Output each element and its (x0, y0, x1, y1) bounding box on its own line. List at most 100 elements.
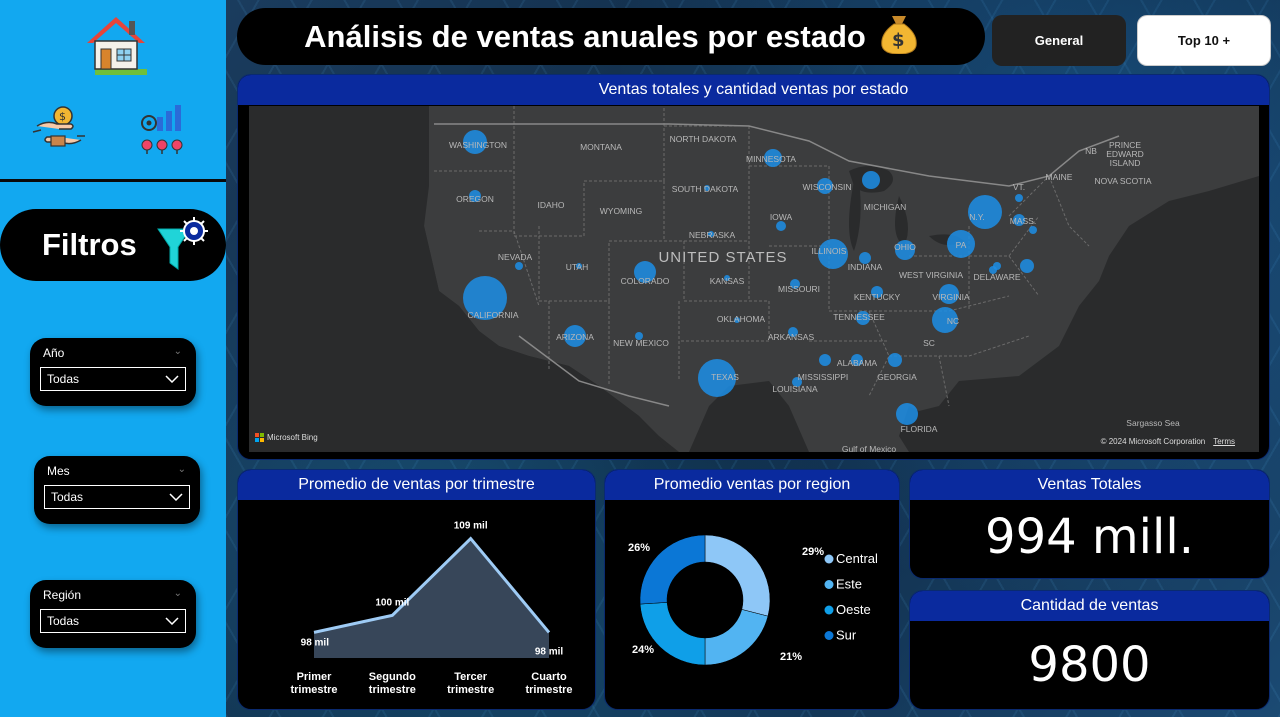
slicer-region: Región ⌄ Todas (30, 580, 196, 648)
map-label-kansas: KANSAS (710, 276, 745, 286)
total-sales-title: Ventas Totales (910, 470, 1269, 500)
bing-logo: Microsoft Bing (255, 433, 318, 442)
state-sales-bubble[interactable] (819, 354, 831, 366)
map-label-illinois: ILLINOIS (812, 246, 847, 256)
slicer-year-value: Todas (47, 372, 80, 386)
map-label-oregon: OREGON (456, 194, 494, 204)
map-label-texas: TEXAS (711, 372, 739, 382)
sales-count-value: 9800 (1028, 637, 1151, 693)
x-tick-label: Tercer trimestre (447, 671, 494, 696)
slice-label: 29% (802, 546, 824, 558)
top10-button[interactable]: Top 10 + (1137, 15, 1271, 66)
x-tick-label: Segundo trimestre (369, 671, 416, 696)
map-label-missouri: MISSOURI (778, 284, 820, 294)
slicer-region-dropdown[interactable]: Todas (40, 609, 186, 633)
map-label-tennessee: TENNESSEE (833, 312, 885, 322)
page-title-banner: Análisis de ventas anuales por estado $ (237, 8, 985, 65)
map-label-florida: FLORIDA (901, 424, 938, 434)
map-label-arizona: ARIZONA (556, 332, 594, 342)
map-label-idaho: IDAHO (538, 200, 565, 210)
svg-text:$: $ (59, 110, 66, 123)
map-label-michigan: MICHIGAN (864, 202, 907, 212)
page-title: Análisis de ventas anuales por estado (304, 18, 866, 54)
state-sales-bubble[interactable] (896, 403, 918, 425)
chevron-down-icon[interactable]: ⌄ (174, 588, 182, 599)
sales-map[interactable]: WASHINGTON MONTANA NORTH DAKOTA MINNESOTA OR… (249, 106, 1259, 454)
map-label-virginia: VIRGINIA (932, 292, 970, 302)
map-label-minnesota: MINNESOTA (746, 154, 796, 164)
chevron-down-icon[interactable]: ⌄ (174, 346, 182, 357)
quarter-area-chart[interactable]: 98 mil 100 mil 109 mil 98 mil Primer trimestr… (238, 500, 596, 710)
map-label-nebraska: NEBRASKA (689, 230, 736, 240)
state-sales-bubble[interactable] (1015, 194, 1023, 202)
sales-count-card: Cantidad de ventas 9800 (909, 590, 1270, 710)
chevron-down-icon (165, 614, 179, 628)
sales-count-title: Cantidad de ventas (910, 591, 1269, 621)
filters-header: Filtros (0, 209, 226, 281)
donut-slice-central[interactable] (704, 534, 771, 617)
slicer-region-value: Todas (47, 614, 80, 628)
map-label-iowa: IOWA (770, 212, 793, 222)
legend-marker-icon (824, 605, 834, 615)
legend-item[interactable]: Este (836, 577, 862, 592)
slicer-month-label: Mes (47, 464, 70, 478)
chevron-down-icon[interactable]: ⌄ (178, 464, 186, 475)
state-sales-bubble[interactable] (1029, 226, 1037, 234)
map-label-oklahoma: OKLAHOMA (717, 314, 766, 324)
sidebar-divider (0, 179, 226, 182)
map-label-n-y-: N.Y. (969, 212, 984, 222)
analytics-people-icon[interactable] (134, 100, 190, 160)
slicer-year: Año ⌄ Todas (30, 338, 196, 406)
donut-slice-este[interactable] (704, 609, 769, 666)
sidebar: $ Filtros Año ⌄ Todas Mes ⌄ Todas Región… (0, 0, 226, 717)
state-sales-bubble[interactable] (515, 262, 523, 270)
map-label-north-dakota: NORTH DAKOTA (670, 134, 737, 144)
map-label-montana: MONTANA (580, 142, 622, 152)
legend-item[interactable]: Central (836, 551, 878, 566)
data-label: 98 mil (535, 646, 564, 657)
slice-label: 24% (632, 644, 654, 656)
filter-gear-icon[interactable] (152, 215, 212, 285)
region-donut-chart[interactable]: 29% 21% 24% 26% Central Este Oeste Sur (605, 500, 900, 710)
map-label-mass-: MASS. (1010, 216, 1036, 226)
map-label-delaware: DELAWARE (973, 272, 1020, 282)
area-fill (314, 538, 549, 658)
state-sales-bubble[interactable] (862, 171, 880, 189)
map-label-west-virginia: WEST VIRGINIA (899, 270, 963, 280)
region-chart-card: Promedio ventas por region 29% 21% 24% 26% C… (604, 469, 900, 710)
map-label-washington: WASHINGTON (449, 140, 507, 150)
map-label-california: CALIFORNIA (467, 310, 518, 320)
map-label-gulf-of-mexico: Gulf of Mexico (842, 444, 897, 452)
terms-link[interactable]: Terms (1213, 437, 1235, 446)
chevron-down-icon (165, 372, 179, 386)
map-label-wyoming: WYOMING (600, 206, 643, 216)
map-label-mississippi: MISSISSIPPI (798, 372, 849, 382)
slicer-month-dropdown[interactable]: Todas (44, 485, 190, 509)
map-attribution: © 2024 Microsoft Corporation Terms (1101, 437, 1235, 446)
map-label-sc: SC (923, 338, 935, 348)
map-label-nevada: NEVADA (498, 252, 533, 262)
data-label: 109 mil (454, 521, 488, 532)
legend-marker-icon (824, 554, 834, 564)
data-label: 100 mil (375, 597, 409, 608)
slicer-month: Mes ⌄ Todas (34, 456, 200, 524)
map-label-sargasso-sea: Sargasso Sea (1126, 418, 1180, 428)
slicer-year-dropdown[interactable]: Todas (40, 367, 186, 391)
state-sales-bubble[interactable] (1020, 259, 1034, 273)
slicer-month-value: Todas (51, 490, 84, 504)
map-label-ohio: OHIO (894, 242, 916, 252)
legend-item[interactable]: Oeste (836, 602, 871, 617)
house-icon[interactable] (82, 10, 150, 78)
money-bag-icon: $ (880, 12, 918, 62)
state-sales-bubble[interactable] (888, 353, 902, 367)
map-label-georgia: GEORGIA (877, 372, 917, 382)
microsoft-logo-icon (255, 433, 264, 442)
general-button[interactable]: General (992, 15, 1126, 66)
state-sales-bubble[interactable] (776, 221, 786, 231)
map-label-arkansas: ARKANSAS (768, 332, 815, 342)
legend-item[interactable]: Sur (836, 628, 857, 643)
map-label-nb: NB (1085, 146, 1097, 156)
svg-text:$: $ (892, 30, 905, 51)
quarter-chart-card: Promedio de ventas por trimestre 98 mil 1… (237, 469, 596, 710)
money-exchange-icon[interactable]: $ (28, 102, 90, 162)
